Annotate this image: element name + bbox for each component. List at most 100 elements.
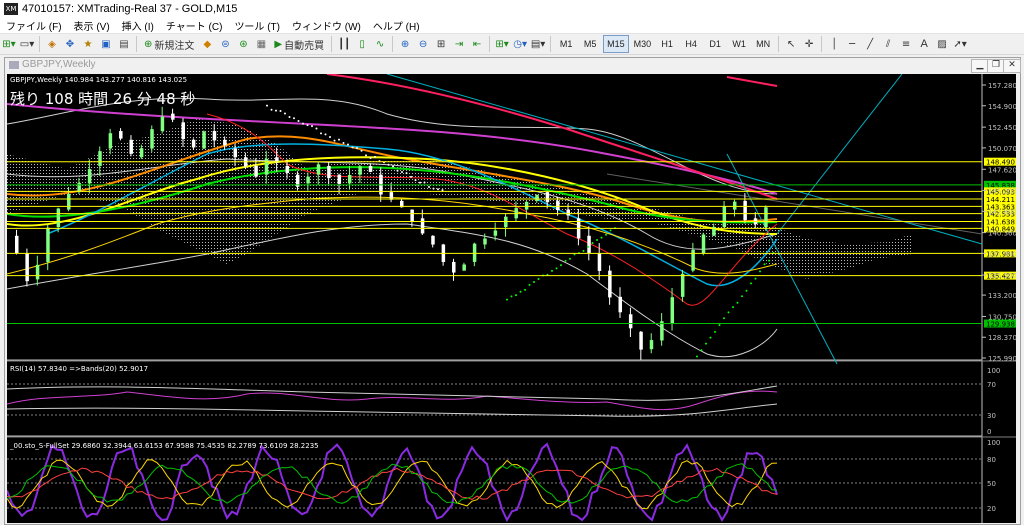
fibonacci-icon[interactable]: ≡ xyxy=(898,36,914,52)
timeframe-m30[interactable]: M30 xyxy=(631,36,655,52)
candle-body xyxy=(316,164,321,175)
candle-body xyxy=(722,206,727,228)
candle-body xyxy=(15,235,19,254)
auto-trade-button[interactable]: ▶ 自動売買 xyxy=(271,36,327,52)
candle-body xyxy=(337,174,342,184)
templates-icon[interactable]: ▤▾ xyxy=(530,36,546,52)
menu-file[interactable]: ファイル (F) xyxy=(0,18,68,33)
candle-body xyxy=(597,253,602,271)
timeframe-mn[interactable]: MN xyxy=(752,36,774,52)
zoom-in-icon[interactable]: ⊕ xyxy=(397,36,413,52)
sar-dot xyxy=(741,295,743,298)
candle-body xyxy=(701,234,706,254)
sar-dot xyxy=(528,283,531,286)
navigator-icon[interactable]: ★ xyxy=(80,36,96,52)
menu-insert[interactable]: 挿入 (I) xyxy=(116,18,160,33)
data-window-icon[interactable]: ✥ xyxy=(62,36,78,52)
horizontal-line-icon[interactable]: ─ xyxy=(844,36,860,52)
arrows-icon[interactable]: ➚▾ xyxy=(952,36,968,52)
timeframe-w1[interactable]: W1 xyxy=(728,36,750,52)
level-label: 129.938 xyxy=(986,321,1015,329)
sar-dot xyxy=(750,282,752,285)
timeframe-h1[interactable]: H1 xyxy=(656,36,678,52)
vps-icon[interactable]: ▦ xyxy=(253,36,269,52)
candle-body xyxy=(139,148,144,158)
candle-body xyxy=(306,176,310,184)
menu-tools[interactable]: ツール (T) xyxy=(228,18,286,33)
sar-dot xyxy=(288,115,291,118)
new-chart-icon[interactable]: ⊞▾ xyxy=(1,36,17,52)
price-scale-label: 137.990 xyxy=(988,250,1016,258)
price-scale-label: 133.200 xyxy=(988,292,1016,300)
candlestick-icon[interactable]: ▯ xyxy=(354,36,370,52)
rsi-label: RSI(14) 57.8340 =>Bands(20) 52.9017 xyxy=(10,365,148,373)
menu-chart[interactable]: チャート (C) xyxy=(160,18,229,33)
sar-dot xyxy=(600,236,603,239)
text-label-icon[interactable]: ▨ xyxy=(934,36,950,52)
candle-body xyxy=(35,264,40,280)
candle-body xyxy=(483,238,487,245)
auto-scroll-icon[interactable]: ⇥ xyxy=(451,36,467,52)
timeframe-d1[interactable]: D1 xyxy=(704,36,726,52)
toolbar: ⊞▾ ▭▾ ◈ ✥ ★ ▣ ▤ ⊕ 新規注文 ◆ ⊜ ⊛ ▦ ▶ 自動売買 ┃┃ ▯… xyxy=(0,34,1024,55)
crosshair-icon[interactable]: ✛ xyxy=(801,36,817,52)
sar-dot xyxy=(524,288,526,291)
sar-dot xyxy=(306,124,309,127)
candle-body xyxy=(587,235,591,254)
timeframe-h4[interactable]: H4 xyxy=(680,36,702,52)
price-scale-label: 140.360 xyxy=(988,230,1016,238)
line-chart-icon[interactable]: ∿ xyxy=(372,36,388,52)
trendline-cyan-3 xyxy=(776,74,903,235)
candle-body xyxy=(129,139,133,154)
sar-dot xyxy=(396,169,399,172)
sar-dot xyxy=(266,104,268,107)
periods-icon[interactable]: ◷▾ xyxy=(512,36,528,52)
menu-view[interactable]: 表示 (V) xyxy=(68,18,116,33)
profiles-icon[interactable]: ▭▾ xyxy=(19,36,35,52)
stoch-scale-20: 20 xyxy=(987,505,996,513)
chart-shift-icon[interactable]: ⇤ xyxy=(469,36,485,52)
sar-dot xyxy=(759,270,761,273)
candle-body xyxy=(764,207,768,228)
sar-dot xyxy=(551,269,553,272)
rsi-scale-0: 0 xyxy=(987,428,991,436)
chart-area[interactable]: 148.490 145.838 145.093 144.211 143.363 142.5… xyxy=(7,74,1016,523)
timeframe-m1[interactable]: M1 xyxy=(555,36,577,52)
sar-dot xyxy=(311,125,313,128)
vertical-line-icon[interactable]: │ xyxy=(826,36,842,52)
market-icon[interactable]: ⊛ xyxy=(235,36,251,52)
stoch-scale-50: 50 xyxy=(987,480,996,488)
timeframe-m15[interactable]: M15 xyxy=(603,35,629,53)
sar-dot xyxy=(365,154,367,157)
candle-body xyxy=(628,314,633,329)
sar-dot xyxy=(275,109,277,112)
sar-dot xyxy=(510,295,513,298)
timeframe-m5[interactable]: M5 xyxy=(579,36,601,52)
sar-dot xyxy=(419,181,421,184)
sar-dot xyxy=(696,355,698,358)
candle-body xyxy=(25,253,29,282)
menu-help[interactable]: ヘルプ (H) xyxy=(367,18,426,33)
price-scale-label: 152.450 xyxy=(988,124,1016,132)
sar-dot xyxy=(709,336,712,339)
signals-icon[interactable]: ⊜ xyxy=(217,36,233,52)
sar-dot xyxy=(315,127,318,130)
bar-chart-icon[interactable]: ┃┃ xyxy=(336,36,352,52)
candle-body xyxy=(410,209,414,222)
tile-windows-icon[interactable]: ⊞ xyxy=(433,36,449,52)
cursor-icon[interactable]: ↖ xyxy=(783,36,799,52)
indicators-icon[interactable]: ⊞▾ xyxy=(494,36,510,52)
equidistant-channel-icon[interactable]: ⫽ xyxy=(880,36,896,52)
zoom-out-icon[interactable]: ⊖ xyxy=(415,36,431,52)
new-order-button[interactable]: ⊕ 新規注文 xyxy=(141,36,197,52)
market-watch-icon[interactable]: ◈ xyxy=(44,36,60,52)
sar-dot xyxy=(596,239,598,242)
menu-window[interactable]: ウィンドウ (W) xyxy=(286,18,367,33)
terminal-icon[interactable]: ▣ xyxy=(98,36,114,52)
trendline-icon[interactable]: ╱ xyxy=(862,36,878,52)
metaeditor-icon[interactable]: ◆ xyxy=(199,36,215,52)
tester-icon[interactable]: ▤ xyxy=(116,36,132,52)
close-button[interactable]: ✕ xyxy=(1003,59,1021,73)
text-icon[interactable]: A xyxy=(916,36,932,52)
sar-dot xyxy=(324,133,327,136)
